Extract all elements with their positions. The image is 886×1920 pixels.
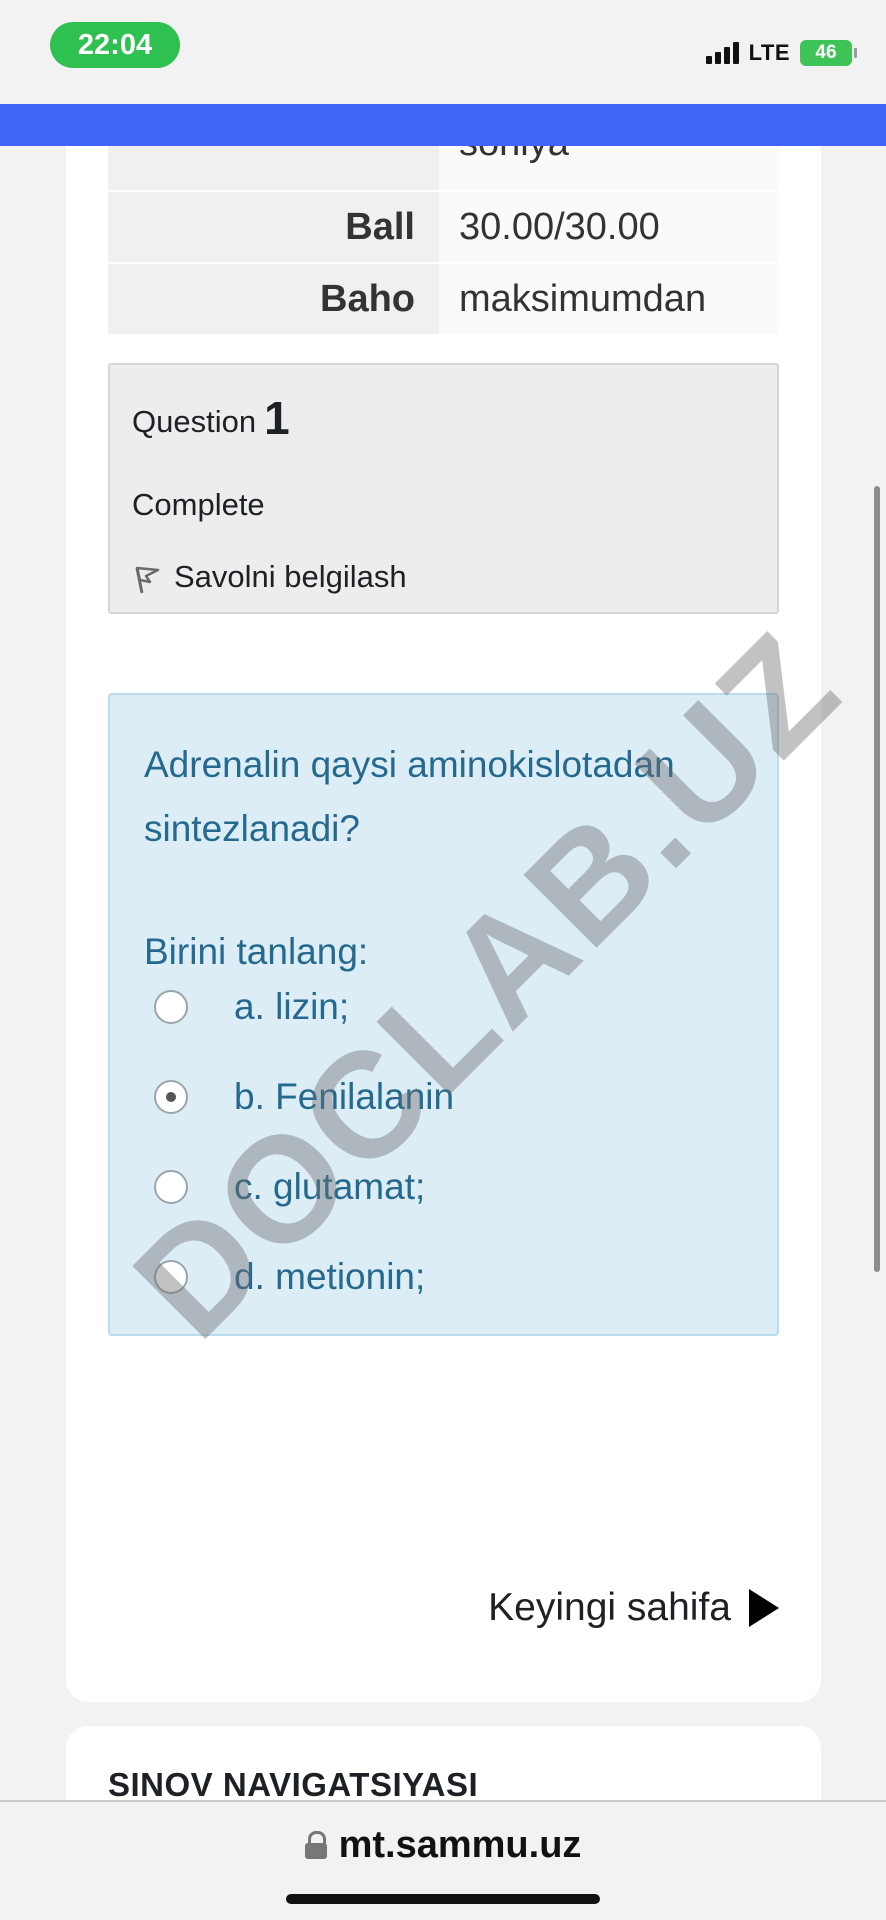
answer-option-b[interactable]: b. Fenilalanin xyxy=(154,1067,454,1127)
question-info-box: Question 1 Complete Savolni belgilash xyxy=(108,363,779,614)
summary-row: Ball 30.00/30.00 xyxy=(108,190,779,262)
question-state: Complete xyxy=(132,487,265,522)
url-display[interactable]: mt.sammu.uz xyxy=(0,1824,886,1867)
summary-row-label: Baho xyxy=(108,264,439,334)
question-text: Adrenalin qaysi aminokislotadan sintezla… xyxy=(144,744,675,849)
summary-table: soniya Ball 30.00/30.00 Baho maksimumdan xyxy=(108,146,779,334)
quiz-review-card: soniya Ball 30.00/30.00 Baho maksimumdan… xyxy=(66,146,821,1702)
status-indicators: LTE 46 xyxy=(705,38,857,68)
radio-a[interactable] xyxy=(154,990,188,1024)
flag-question-label: Savolni belgilash xyxy=(174,559,407,594)
network-type: LTE xyxy=(748,40,790,65)
next-page-label: Keyingi sahifa xyxy=(488,1586,731,1629)
scrollbar[interactable] xyxy=(874,486,880,1272)
summary-row-value-text: soniya xyxy=(459,146,569,164)
question-number-value: 1 xyxy=(264,392,290,444)
question-content: Adrenalin qaysi aminokislotadan sintezla… xyxy=(108,693,779,1336)
play-arrow-icon xyxy=(749,1589,779,1627)
battery-level: 46 xyxy=(815,42,837,63)
page: 22:04 LTE 46 soniya Ball 30.00/30.00 Bah… xyxy=(0,0,886,1920)
summary-row-label: Ball xyxy=(108,192,439,262)
answer-label: d. metionin; xyxy=(234,1256,426,1297)
question-label: Question xyxy=(132,404,257,439)
answer-label: c. glutamat; xyxy=(234,1166,426,1207)
home-indicator[interactable] xyxy=(286,1894,600,1904)
summary-row-value: soniya xyxy=(439,146,779,190)
flag-question-link[interactable]: Savolni belgilash xyxy=(132,559,407,595)
summary-row-value: maksimumdan xyxy=(439,264,779,334)
answer-option-c[interactable]: c. glutamat; xyxy=(154,1157,425,1217)
quiz-navigation-title: SINOV NAVIGATSIYASI xyxy=(108,1766,479,1803)
status-time: 22:04 xyxy=(50,22,180,68)
answer-label: b. Fenilalanin xyxy=(234,1076,455,1117)
radio-d[interactable] xyxy=(154,1260,188,1294)
question-number: Question 1 xyxy=(132,389,290,444)
summary-row: soniya xyxy=(108,146,779,190)
next-page-link[interactable]: Keyingi sahifa xyxy=(488,1586,779,1630)
flag-icon xyxy=(135,566,160,594)
summary-row-value: 30.00/30.00 xyxy=(439,192,779,262)
summary-row: Baho maksimumdan xyxy=(108,262,779,334)
summary-row-label xyxy=(108,146,439,190)
status-bar: 22:04 LTE 46 xyxy=(0,0,886,104)
signal-bars-icon xyxy=(705,42,739,64)
navbar xyxy=(0,104,886,146)
answer-option-d[interactable]: d. metionin; xyxy=(154,1247,425,1307)
answer-label: a. lizin; xyxy=(234,986,350,1027)
answer-option-a[interactable]: a. lizin; xyxy=(154,977,349,1037)
answer-prompt: Birini tanlang: xyxy=(144,931,369,972)
lock-icon xyxy=(304,1831,327,1859)
radio-b[interactable] xyxy=(154,1080,188,1114)
browser-url-bar[interactable]: mt.sammu.uz xyxy=(0,1800,886,1920)
url-text: mt.sammu.uz xyxy=(338,1824,582,1866)
battery-charging-icon: 46 xyxy=(800,40,857,66)
radio-c[interactable] xyxy=(154,1170,188,1204)
